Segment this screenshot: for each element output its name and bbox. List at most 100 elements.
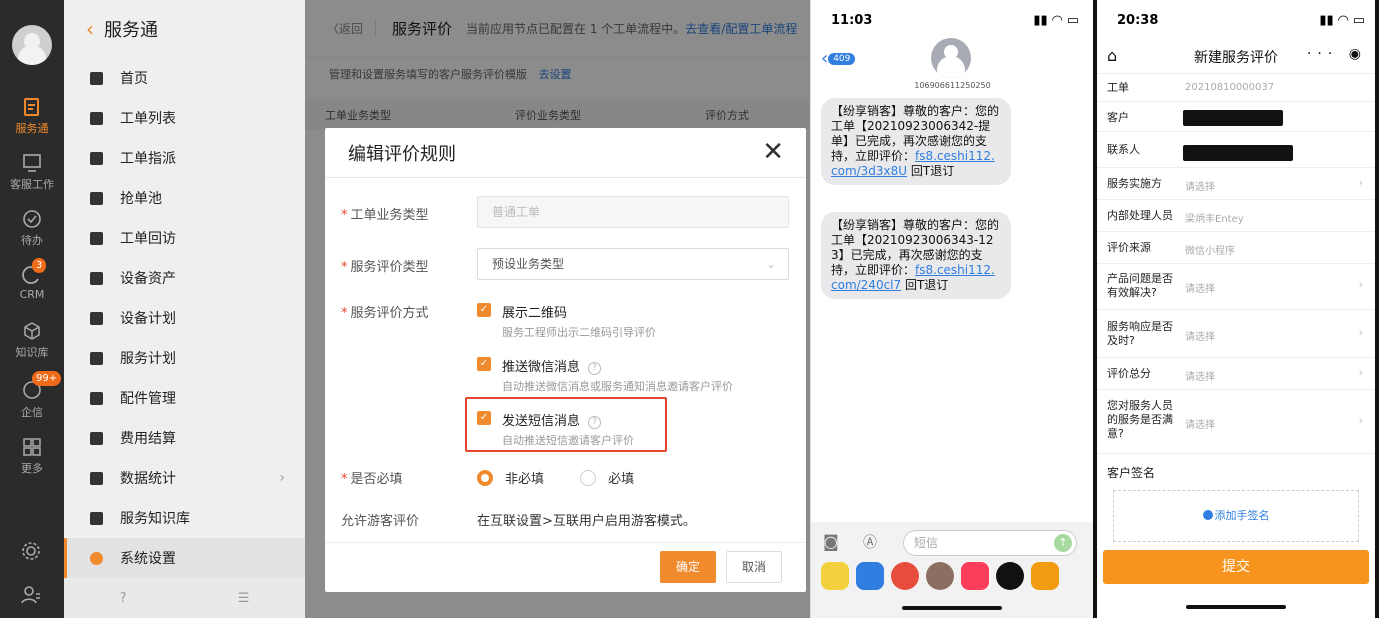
home-indicator [902,606,1002,610]
service-plan-icon [90,351,103,365]
sidebar-item-device-plan[interactable]: 设备计划 [64,298,305,338]
rail-item-label: 服务通 [15,122,49,135]
row-label: 服务响应是否及时? [1107,320,1173,347]
extra-app-icon[interactable] [1031,562,1059,590]
form-row-contact[interactable]: 联系人 [1097,132,1375,168]
option-qrcode[interactable]: ✓ 展示二维码 服务工程师出示二维码引导评价 [477,302,656,340]
option-wechat[interactable]: ✓ 推送微信消息? 自动推送微信消息或服务通知消息邀请客户评价 [477,356,733,394]
checkbox-checked-icon[interactable]: ✓ [477,357,491,371]
sms-message: 【纷享销客】尊敬的客户：您的工单【20210923006343-123】已完成，… [821,212,1011,299]
row-value: 请选择 [1185,284,1215,295]
submit-button[interactable]: 提交 [1103,550,1369,584]
sidebar-footer: ? ☰ [64,578,305,618]
form-row-problem-solved[interactable]: 产品问题是否有效解决? 请选择 › [1097,264,1375,310]
order-type-label: * 工单业务类型 [341,208,429,223]
rail-item-customer-service[interactable]: 客服工作 [0,152,64,192]
row-value: 请选择 [1185,332,1215,343]
signal-battery-icon: ▮▮ ◠ ▭ [1319,12,1365,28]
appstore-icon[interactable]: Ⓐ [863,532,877,552]
photos-app-icon[interactable] [821,562,849,590]
sidebar-item-statistics[interactable]: 数据统计 › [64,458,305,498]
assign-icon [90,151,103,165]
form-row-satisfaction[interactable]: 您对服务人员的服务是否满意? 请选择 › [1097,390,1375,454]
sidebar-item-service-plan[interactable]: 服务计划 [64,338,305,378]
message-input[interactable]: 短信 ↑ [903,530,1077,556]
sidebar-item-label: 配件管理 [120,391,176,407]
send-icon[interactable]: ↑ [1054,534,1072,552]
collapse-icon[interactable]: ☰ [238,591,250,606]
rail-item-more[interactable]: 更多 [0,436,64,476]
music-app-icon[interactable] [961,562,989,590]
sidebar-item-label: 费用结算 [120,431,176,447]
sidebar-item-system-settings[interactable]: 系统设置 [64,538,305,578]
sidebar-item-grab-pool[interactable]: 抢单池 [64,178,305,218]
guest-label: 允许游客评价 [341,514,420,529]
sidebar-item-order-assign[interactable]: 工单指派 [64,138,305,178]
help-icon[interactable]: ? [120,591,127,606]
row-value: 请选择 [1185,420,1215,431]
more-menu-icon[interactable]: ··· ◉ [1307,46,1367,62]
redacted-block [1183,145,1293,161]
sidebar-item-label: 首页 [120,71,148,87]
home-icon[interactable]: ⌂ [1107,46,1117,65]
home-indicator [1186,605,1286,609]
form-row-source[interactable]: 评价来源 微信小程序 [1097,232,1375,264]
form-row-total-score[interactable]: 评价总分 请选择 › [1097,358,1375,390]
close-icon[interactable]: ✕ [762,138,784,166]
rail-item-messenger[interactable]: 企信 [0,380,64,420]
signature-label: 客户签名 [1107,466,1156,480]
nav-bar: ⌂ 新建服务评价 ··· ◉ [1097,40,1375,74]
heart-app-icon[interactable] [996,562,1024,590]
radio-not-required[interactable]: 非必填 [477,468,544,487]
rail-item-knowledge[interactable]: 知识库 [0,320,64,360]
checkbox-checked-icon[interactable]: ✓ [477,303,491,317]
form-row-customer[interactable]: 客户 [1097,102,1375,132]
form-row-response-timely[interactable]: 服务响应是否及时? 请选择 › [1097,310,1375,358]
user-settings-icon[interactable] [20,584,42,610]
parts-icon [90,391,103,405]
settings-gear-icon[interactable] [20,540,42,566]
sender-number[interactable]: 106906611250250 [811,81,1094,90]
cancel-button[interactable]: 取消 [726,551,782,583]
radio-required[interactable]: 必填 [580,468,634,487]
form-row-handler[interactable]: 内部处理人员 梁炳丰Entey [1097,200,1375,232]
back-chevron-icon[interactable]: ‹ [86,17,94,41]
sidebar-item-parts[interactable]: 配件管理 [64,378,305,418]
animoji-icon[interactable] [926,562,954,590]
sidebar-header: ‹ 服务通 [64,0,305,58]
radio-label: 非必填 [505,472,545,487]
back-button[interactable]: ‹ 409 [821,48,856,69]
camera-icon[interactable]: ◙ [823,532,839,551]
sidebar-item-order-list[interactable]: 工单列表 [64,98,305,138]
input-placeholder: 短信 [914,536,939,550]
app-rail: 服务通 客服工作 待办 CRM 3 知识库 企信 99+ 更多 [0,0,64,618]
appstore-app-icon[interactable] [856,562,884,590]
help-icon[interactable]: ? [588,362,602,375]
radio-label: 必填 [608,472,635,487]
plus-circle-icon [1202,510,1213,520]
form-row-order[interactable]: 工单 20210810000037 [1097,74,1375,102]
rail-item-todo[interactable]: 待办 [0,208,64,248]
rail-item-service[interactable]: 服务通 [0,96,64,136]
eval-type-select[interactable]: 预设业务类型 ⌄ [477,248,789,280]
memoji-icon[interactable] [891,562,919,590]
sidebar-item-knowledge-base[interactable]: 服务知识库 [64,498,305,538]
contact-avatar-icon[interactable] [931,38,971,78]
sidebar-item-home[interactable]: 首页 [64,58,305,98]
sidebar-item-order-revisit[interactable]: 工单回访 [64,218,305,258]
option-desc: 服务工程师出示二维码引导评价 [502,326,656,339]
radio-off-icon [580,469,597,486]
sms-option-highlight [465,397,667,452]
add-signature-button[interactable]: 添加手签名 [1113,490,1359,542]
sms-phone: 11:03 ▮▮ ◠ ▭ ‹ 409 106906611250250 【纷享销客】… [810,0,1094,618]
confirm-button[interactable]: 确定 [660,551,716,583]
user-avatar[interactable] [12,25,52,65]
list-icon [90,111,103,125]
form-row-implementer[interactable]: 服务实施方 请选择 › [1097,168,1375,200]
sidebar-item-settlement[interactable]: 费用结算 [64,418,305,458]
device-icon [90,271,103,285]
sidebar-item-device-assets[interactable]: 设备资产 [64,258,305,298]
order-type-input: 普通工单 [477,196,789,228]
check-circle-icon [23,210,41,228]
row-label: 产品问题是否有效解决? [1107,272,1173,299]
